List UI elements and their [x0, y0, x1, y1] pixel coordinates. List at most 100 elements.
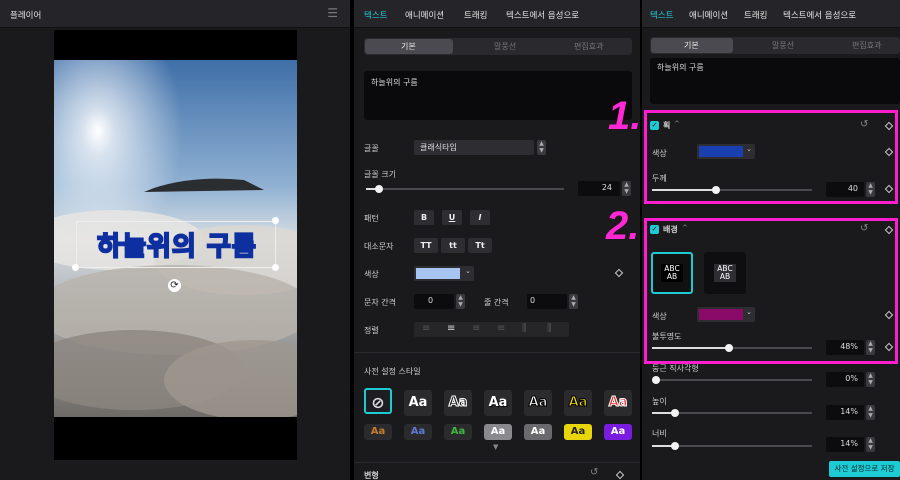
preset-style-7[interactable]: Aa	[364, 424, 392, 440]
align-left-icon[interactable]: ≡	[422, 323, 430, 334]
width-stepper[interactable]: ▲ ▼	[866, 437, 875, 452]
slider-knob[interactable]	[671, 409, 679, 417]
tab-text[interactable]: 텍스트	[364, 9, 387, 21]
preset-style-12[interactable]: Aa	[564, 424, 592, 440]
tab-tracking[interactable]: 트래킹	[744, 9, 767, 21]
tab-tracking[interactable]: 트래킹	[464, 9, 487, 21]
font-size-value: 24	[601, 183, 612, 192]
tab-text-to-speech[interactable]: 텍스트에서 음성으로	[506, 9, 579, 21]
underline-button[interactable]: U	[442, 210, 462, 225]
preset-styles-title: 사전 설정 스타일	[364, 367, 421, 376]
line-spacing-label: 줄 간격	[484, 298, 509, 307]
player-header: 플레이어 ☰	[0, 0, 350, 28]
preset-style-13[interactable]: Aa	[604, 424, 632, 440]
width-slider[interactable]	[652, 442, 812, 450]
chevron-down-icon: ⌄	[465, 267, 471, 275]
text-properties-panel: 텍스트 애니메이션 트래킹 텍스트에서 음성으로 기본 말풍선 편집효과 하늘위…	[354, 0, 640, 480]
tab-text[interactable]: 텍스트	[650, 9, 673, 21]
titlecase-button[interactable]: Tt	[468, 238, 492, 253]
subtab-bubble[interactable]: 말풍선	[772, 40, 794, 51]
rounded-rect-input[interactable]: 0%	[826, 372, 864, 387]
rounded-rect-stepper[interactable]: ▲ ▼	[866, 372, 875, 387]
line-spacing-stepper[interactable]: ▲ ▼	[569, 294, 578, 309]
height-stepper[interactable]: ▲ ▼	[866, 405, 875, 420]
tab-animation[interactable]: 애니메이션	[689, 9, 728, 21]
text-input[interactable]: 하늘위의 구름	[650, 58, 900, 104]
expand-presets-icon[interactable]: ▼	[493, 443, 498, 451]
save-preset-button[interactable]: 사전 설정으로 저장	[829, 461, 900, 477]
subtab-bubble[interactable]: 말풍선	[494, 41, 516, 52]
height-label: 높이	[652, 397, 667, 406]
annotation-number-1: 1.	[608, 94, 642, 138]
letter-spacing-input[interactable]: 0	[414, 294, 454, 309]
preset-style-9[interactable]: Aa	[444, 424, 472, 440]
keyframe-icon[interactable]	[615, 470, 625, 480]
line-spacing-input[interactable]: 0	[527, 294, 567, 309]
color-picker[interactable]: ⌄	[414, 266, 474, 281]
font-value: 클래식타입	[420, 143, 457, 152]
font-size-slider[interactable]	[366, 185, 564, 193]
resize-handle[interactable]	[272, 264, 279, 271]
subtab-basic[interactable]: 기본	[684, 40, 699, 51]
lowercase-button[interactable]: tt	[441, 238, 465, 253]
preset-style-4[interactable]: Aa	[524, 390, 552, 416]
width-input[interactable]: 14%	[826, 437, 864, 452]
annotation-number-2: 2.	[606, 204, 640, 248]
keyframe-icon[interactable]	[614, 268, 624, 278]
reset-icon[interactable]: ↺	[590, 467, 598, 478]
slider-knob[interactable]	[375, 185, 383, 193]
align-justify-icon[interactable]: ≡	[497, 323, 505, 334]
preset-style-1[interactable]: Aa	[404, 390, 432, 416]
highlight-stroke-section	[644, 110, 898, 204]
align-buttons: ≡ ≡ ≡ ≡ ⫼ ⫼	[414, 322, 569, 337]
width-label: 너비	[652, 429, 667, 438]
subtab-basic[interactable]: 기본	[401, 41, 416, 52]
preset-none[interactable]: ⊘	[364, 388, 392, 414]
preset-style-6[interactable]: Aa	[604, 390, 632, 416]
font-select[interactable]: 클래식타입	[414, 140, 534, 155]
align-center-icon[interactable]: ≡	[447, 323, 455, 334]
menu-icon[interactable]: ☰	[327, 6, 338, 20]
text-input-value: 하늘위의 구름	[657, 63, 704, 72]
font-stepper[interactable]: ▲ ▼	[537, 140, 546, 155]
preset-style-2[interactable]: Aa	[444, 390, 472, 416]
preset-style-3[interactable]: Aa	[484, 390, 512, 416]
subtab-effects[interactable]: 편집효과	[574, 41, 603, 52]
caption-overlay-text[interactable]: 하늘위의 구름	[80, 226, 274, 263]
letter-spacing-stepper[interactable]: ▲ ▼	[456, 294, 465, 309]
resize-handle[interactable]	[272, 217, 279, 224]
font-size-input[interactable]: 24	[578, 181, 620, 196]
align-right-icon[interactable]: ≡	[472, 323, 480, 334]
align-bottom-icon[interactable]: ⫼	[547, 323, 552, 334]
text-input-value: 하늘위의 구름	[371, 78, 418, 87]
text-input[interactable]: 하늘위의 구름	[364, 71, 632, 120]
slider-knob[interactable]	[652, 376, 660, 384]
subtab-bar: 기본 말풍선 편집효과	[364, 38, 632, 55]
uppercase-button[interactable]: TT	[414, 238, 438, 253]
bold-button[interactable]: B	[414, 210, 434, 225]
align-label: 정렬	[364, 326, 379, 335]
tab-text-to-speech[interactable]: 텍스트에서 음성으로	[783, 9, 856, 21]
player-panel: 플레이어 ☰ 하늘위의 구름 ⟳	[0, 0, 350, 480]
italic-button[interactable]: I	[470, 210, 490, 225]
preset-style-8[interactable]: Aa	[404, 424, 432, 440]
font-size-stepper[interactable]: ▲ ▼	[622, 181, 631, 196]
color-label: 색상	[364, 270, 379, 279]
height-input[interactable]: 14%	[826, 405, 864, 420]
divider	[354, 352, 640, 353]
resize-handle[interactable]	[72, 264, 79, 271]
rotate-handle-icon[interactable]: ⟳	[168, 279, 181, 292]
player-title: 플레이어	[10, 11, 42, 21]
divider	[354, 462, 640, 463]
align-top-icon[interactable]: ⫼	[522, 323, 527, 334]
subtab-effects[interactable]: 편집효과	[852, 40, 881, 51]
preset-style-11[interactable]: Aa	[524, 424, 552, 440]
tab-animation[interactable]: 애니메이션	[405, 9, 444, 21]
panel-tabs: 텍스트 애니메이션 트래킹 텍스트에서 음성으로	[642, 0, 900, 28]
slider-knob[interactable]	[671, 442, 679, 450]
height-slider[interactable]	[652, 409, 812, 417]
case-label: 대소문자	[364, 242, 394, 251]
rounded-rect-slider[interactable]	[652, 376, 812, 384]
preset-style-10[interactable]: Aa	[484, 424, 512, 440]
preset-style-5[interactable]: Aa	[564, 390, 592, 416]
